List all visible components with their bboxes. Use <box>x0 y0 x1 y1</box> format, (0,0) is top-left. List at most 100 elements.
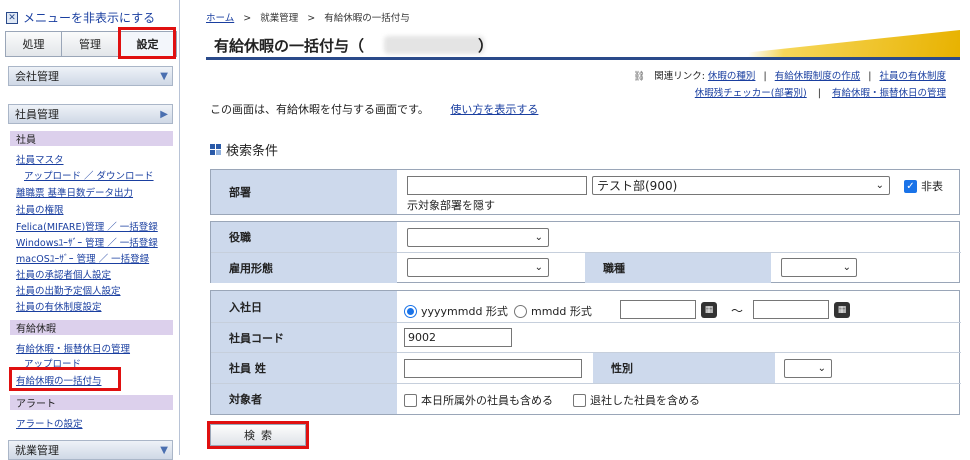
search-title-label: 検索条件 <box>226 144 279 159</box>
chevron-down-icon: ▼ <box>160 70 168 82</box>
highlight-settings-tab <box>118 27 176 59</box>
dept-label: 部署 <box>211 170 397 214</box>
link-sep: | <box>763 71 767 82</box>
surname-label: 社員 姓 <box>211 353 397 383</box>
menu-alert-settings[interactable]: アラートの設定 <box>16 416 83 430</box>
section-work[interactable]: 就業管理 ▼ <box>8 440 173 460</box>
menu-employee-master[interactable]: 社員マスタ <box>16 152 64 166</box>
position-row: 役職 ⌄ <box>211 222 961 253</box>
menu-separation-export[interactable]: 離職票 基準日数データ出力 <box>16 185 133 199</box>
hide-inactive-label-cont: 示対象部署を隠す <box>407 199 495 212</box>
include-retired-label: 退社した社員を含める <box>590 394 700 407</box>
include-retired-checkbox[interactable]: 退社した社員を含める <box>573 392 700 408</box>
related-links: ⛓ 関連リンク: 休暇の種別 | 有給休暇制度の作成 | 社員の有休制度 休暇残… <box>633 68 946 102</box>
chevron-down-icon: ⌄ <box>817 363 826 374</box>
menu-windows-users[interactable]: Windowsﾕｰｻﾞｰ 管理 ／ 一括登録 <box>16 235 158 249</box>
menu-macos-users[interactable]: macOSﾕｰｻﾞｰ 管理 ／ 一括登録 <box>16 251 149 265</box>
code-label: 社員コード <box>211 323 397 352</box>
hire-row: 入社日 yyyymmdd 形式 mmdd 形式 ▦ ～ ▦ <box>211 291 961 323</box>
breadcrumb-home[interactable]: ホーム <box>206 13 234 24</box>
chevron-down-icon: ⌄ <box>842 262 851 273</box>
hide-inactive-checkbox[interactable]: ✓ 非表 <box>904 178 943 194</box>
category-employee: 社員 <box>10 131 173 146</box>
gender-select[interactable]: ⌄ <box>784 359 832 378</box>
employment-row: 雇用形態 ⌄ 職種 ⌄ <box>211 253 961 283</box>
job-label: 職種 <box>585 253 771 283</box>
section-work-label: 就業管理 <box>15 444 59 457</box>
page-title-bar: 有給休暇の一括付与（ ） <box>206 30 960 60</box>
breadcrumb-work: 就業管理 <box>260 13 299 24</box>
menu-attendance-plan[interactable]: 社員の出勤予定個人設定 <box>16 283 121 297</box>
related-label: 関連リンク: <box>654 71 705 82</box>
intro-text: この画面は、有給休暇を付与する画面です。 <box>210 103 429 116</box>
format-md-radio[interactable]: mmdd 形式 <box>514 303 592 319</box>
position-label: 役職 <box>211 222 397 252</box>
code-row: 社員コード 9002 <box>211 323 961 353</box>
employee-block: 入社日 yyyymmdd 形式 mmdd 形式 ▦ ～ ▦ 社員コード 9002… <box>210 290 961 415</box>
dept-select-value: テスト部(900) <box>597 179 678 193</box>
breadcrumb: ホーム > 就業管理 > 有給休暇の一括付与 <box>206 10 410 24</box>
include-other-dept-checkbox[interactable]: 本日所属外の社員も含める <box>404 392 553 408</box>
intro: この画面は、有給休暇を付与する画面です。 使い方を表示する <box>210 101 538 117</box>
menu-approver-settings[interactable]: 社員の承認者個人設定 <box>16 267 111 281</box>
dept-code-input[interactable] <box>407 176 587 195</box>
section-employee-label: 社員管理 <box>15 108 59 121</box>
calendar-icon[interactable]: ▦ <box>701 302 717 318</box>
link-employee-leave-policy[interactable]: 社員の有休制度 <box>879 71 946 82</box>
tab-process[interactable]: 処理 <box>5 31 62 57</box>
checkbox-checked-icon: ✓ <box>904 179 917 193</box>
calendar-icon[interactable]: ▦ <box>834 302 850 318</box>
checkbox-unchecked-icon <box>573 393 586 407</box>
hire-to-input[interactable] <box>753 300 829 319</box>
hire-from-input[interactable] <box>620 300 696 319</box>
employment-select[interactable]: ⌄ <box>407 258 549 277</box>
link-sep: | <box>868 71 872 82</box>
link-chain-icon: ⛓ <box>633 71 646 82</box>
menu-leave-management[interactable]: 有給休暇・振替休日の管理 <box>16 341 130 355</box>
hide-menu-link[interactable]: ✕ メニューを非表示にする <box>6 9 155 26</box>
employment-label: 雇用形態 <box>211 253 397 283</box>
format-md-label: mmdd 形式 <box>531 305 592 318</box>
target-row: 対象者 本日所属外の社員も含める 退社した社員を含める <box>211 384 961 414</box>
highlight-bulk-grant <box>9 367 121 391</box>
link-create-leave-policy[interactable]: 有給休暇制度の作成 <box>775 71 861 82</box>
link-sep: | <box>817 88 821 99</box>
position-block: 役職 ⌄ 雇用形態 ⌄ 職種 ⌄ <box>210 221 961 283</box>
search-section-title: 検索条件 <box>210 140 278 159</box>
chevron-right-icon: ▶ <box>160 108 168 120</box>
menu-felica[interactable]: Felica(MIFARE)管理 ／ 一括登録 <box>16 219 158 233</box>
chevron-down-icon: ▼ <box>160 444 168 456</box>
menu-leave-policy[interactable]: 社員の有休制度設定 <box>16 299 102 313</box>
link-leave-types[interactable]: 休暇の種別 <box>708 71 756 82</box>
help-link[interactable]: 使い方を表示する <box>450 103 538 116</box>
redacted-name <box>384 36 484 54</box>
dept-select[interactable]: テスト部(900) ⌄ <box>592 176 890 195</box>
code-input[interactable]: 9002 <box>404 328 512 347</box>
section-company-label: 会社管理 <box>15 70 59 83</box>
checkbox-unchecked-icon <box>404 393 417 407</box>
page-title-close: ） <box>478 37 494 55</box>
format-ymd-radio[interactable]: yyyymmdd 形式 <box>404 303 508 319</box>
link-leave-checker[interactable]: 休暇残チェッカー(部署別) <box>695 88 807 99</box>
breadcrumb-sep: > <box>307 13 316 24</box>
chevron-down-icon: ⌄ <box>534 232 543 243</box>
job-select[interactable]: ⌄ <box>781 258 857 277</box>
radio-selected-icon <box>404 304 417 318</box>
surname-input[interactable] <box>404 359 582 378</box>
grid-icon <box>210 144 221 155</box>
category-paid-leave: 有給休暇 <box>10 320 173 335</box>
tab-manage[interactable]: 管理 <box>62 31 119 57</box>
category-alert: アラート <box>10 395 173 410</box>
gender-label: 性別 <box>593 353 775 383</box>
title-underline <box>206 57 960 60</box>
menu-employee-permissions[interactable]: 社員の権限 <box>16 202 64 216</box>
radio-unselected-icon <box>514 304 527 318</box>
surname-row: 社員 姓 性別 ⌄ <box>211 353 961 384</box>
sidebar: ✕ メニューを非表示にする 処理 管理 設定 会社管理 ▼ 社員管理 ▶ 社員 … <box>0 0 180 460</box>
position-select[interactable]: ⌄ <box>407 228 549 247</box>
section-company[interactable]: 会社管理 ▼ <box>8 66 173 86</box>
link-leave-management[interactable]: 有給休暇・振替休日の管理 <box>832 88 946 99</box>
title-decoration <box>704 30 960 57</box>
section-employee[interactable]: 社員管理 ▶ <box>8 104 173 124</box>
menu-upload-download[interactable]: アップロード ／ ダウンロード <box>24 168 154 182</box>
